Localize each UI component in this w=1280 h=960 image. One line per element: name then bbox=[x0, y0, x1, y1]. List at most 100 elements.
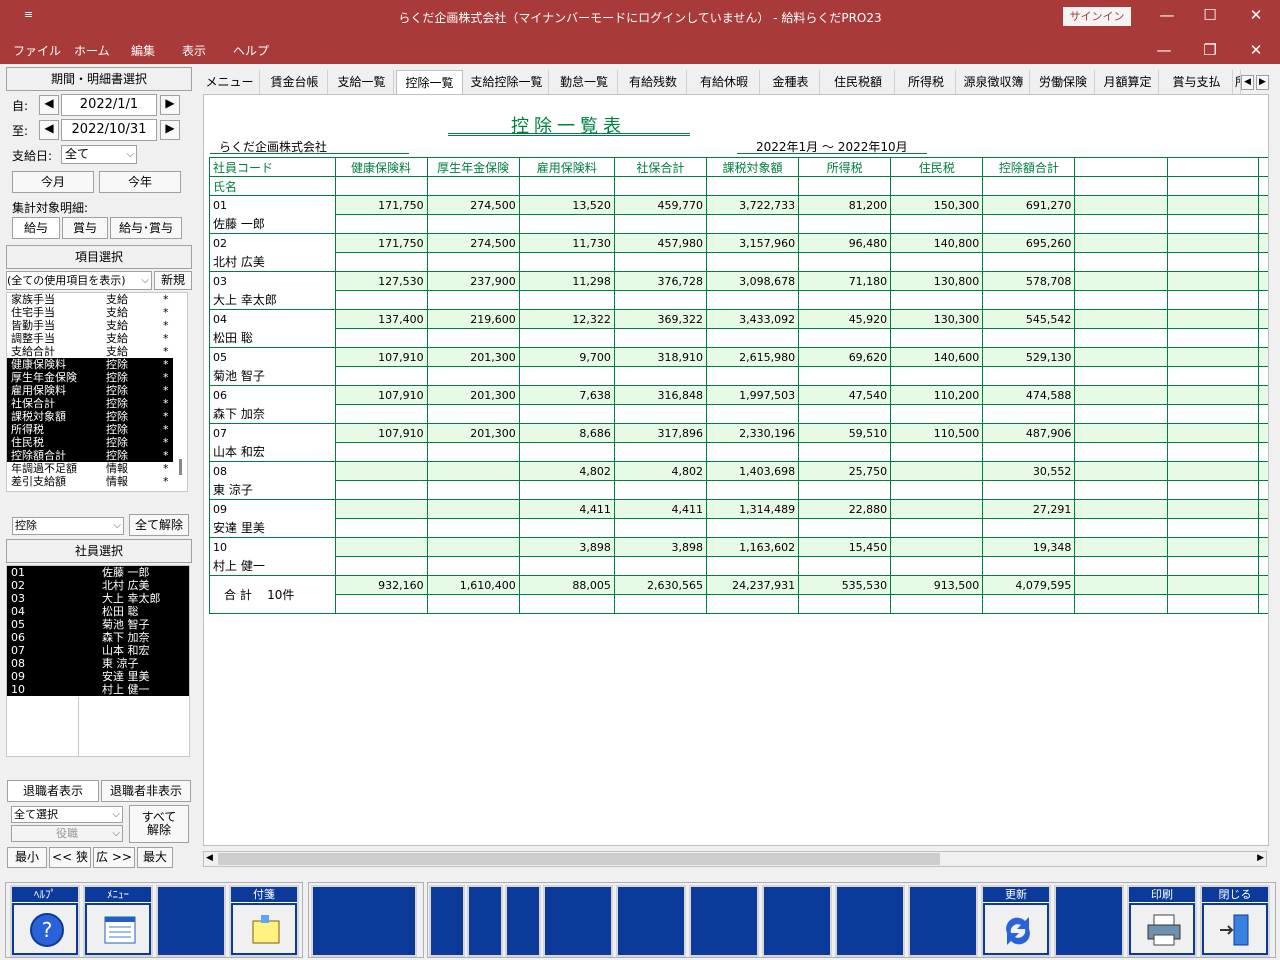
function-key-10[interactable] bbox=[616, 885, 686, 957]
select-all-select[interactable]: 全て選択 ⌵ bbox=[11, 806, 123, 823]
zoom-max-button[interactable]: 最大 bbox=[137, 847, 173, 868]
employee-row[interactable]: 02 北村 広美 bbox=[7, 579, 189, 592]
close-button[interactable]: ✕ bbox=[1244, 6, 1268, 26]
function-key-13[interactable] bbox=[835, 885, 905, 957]
item-select-header[interactable]: 項目選択 bbox=[6, 245, 192, 269]
horizontal-scrollbar[interactable]: ◀ ▶ bbox=[203, 851, 1267, 867]
employee-row[interactable]: 01 佐藤 一郎 bbox=[7, 566, 189, 579]
position-select[interactable]: 役職 ⌵ bbox=[11, 825, 123, 842]
category-select[interactable]: 控除 ⌵ bbox=[12, 517, 124, 535]
menu-view[interactable]: 表示 bbox=[182, 42, 206, 59]
item-row[interactable]: 年調過不足額 情報 * bbox=[7, 462, 173, 475]
zoom-min-button[interactable]: 最小 bbox=[7, 847, 47, 868]
to-date-input[interactable]: 2022/10/31 bbox=[61, 119, 157, 141]
item-row[interactable]: 住宅手当 支給 * bbox=[7, 306, 173, 319]
from-next-button[interactable]: ▶ bbox=[160, 95, 180, 115]
employee-row[interactable]: 09 安達 里美 bbox=[7, 670, 189, 683]
tab-6[interactable]: 有給残数 bbox=[620, 70, 687, 94]
function-key-4[interactable]: 付箋 bbox=[229, 885, 299, 957]
item-row[interactable]: 社保合計 控除 * bbox=[7, 397, 173, 410]
employee-row[interactable]: 03 大上 幸太郎 bbox=[7, 592, 189, 605]
item-row[interactable]: 健康保険料 控除 * bbox=[7, 358, 173, 371]
employee-list[interactable]: 01 佐藤 一郎 02 北村 広美 03 大上 幸太郎 04 松田 聡 05 菊池 智子 06 森下 … bbox=[6, 565, 190, 757]
employee-row[interactable]: 06 森下 加奈 bbox=[7, 631, 189, 644]
menu-home[interactable]: ホーム bbox=[74, 42, 110, 59]
tab-8[interactable]: 金種表 bbox=[762, 70, 820, 94]
function-key-2[interactable]: ﾒﾆｭｰ bbox=[83, 885, 153, 957]
item-row[interactable]: 課税対象額 控除 * bbox=[7, 410, 173, 423]
zoom-narrow-button[interactable]: << 狭 bbox=[49, 847, 91, 868]
item-row[interactable]: 雇用保険料 控除 * bbox=[7, 384, 173, 397]
new-item-button[interactable]: 新規 bbox=[154, 271, 192, 290]
function-key-8[interactable] bbox=[505, 885, 541, 957]
left-arrow-icon[interactable]: ◀ bbox=[206, 853, 213, 863]
tab-1[interactable]: 賃金台帳 bbox=[262, 70, 328, 94]
tab-10[interactable]: 所得税 bbox=[897, 70, 956, 94]
employee-row[interactable]: 08 東 涼子 bbox=[7, 657, 189, 670]
tab-11[interactable]: 源泉徴収簿 bbox=[958, 70, 1030, 94]
item-row[interactable]: 皆勤手当 支給 * bbox=[7, 319, 173, 332]
zoom-wide-button[interactable]: 広 >> bbox=[93, 847, 135, 868]
tab-0[interactable]: メニュー bbox=[200, 70, 260, 94]
clear-all-items-button[interactable]: 全て解除 bbox=[129, 514, 189, 536]
target-both-button[interactable]: 給与･賞与 bbox=[110, 217, 182, 239]
employee-row[interactable]: 07 山本 和宏 bbox=[7, 644, 189, 657]
child-minimize-button[interactable]: — bbox=[1152, 41, 1176, 59]
function-key-12[interactable] bbox=[762, 885, 832, 957]
from-date-input[interactable]: 2022/1/1 bbox=[61, 94, 157, 116]
child-restore-button[interactable]: ❐ bbox=[1198, 41, 1222, 59]
item-row[interactable]: 支給合計 支給 * bbox=[7, 345, 173, 358]
child-close-button[interactable]: ✕ bbox=[1244, 41, 1268, 59]
scroll-thumb[interactable] bbox=[218, 853, 940, 865]
tab-4[interactable]: 支給控除一覧 bbox=[465, 70, 549, 94]
target-bonus-button[interactable]: 賞与 bbox=[62, 217, 108, 239]
this-year-button[interactable]: 今年 bbox=[99, 171, 181, 193]
maximize-button[interactable]: ☐ bbox=[1198, 6, 1222, 26]
function-key-14[interactable] bbox=[908, 885, 978, 957]
show-retired-button[interactable]: 退職者表示 bbox=[7, 780, 99, 802]
function-key-7[interactable] bbox=[467, 885, 503, 957]
item-list-scrollbar[interactable] bbox=[179, 459, 182, 475]
tab-3[interactable]: 控除一覧 bbox=[396, 70, 463, 94]
release-all-button[interactable]: すべて 解除 bbox=[129, 805, 189, 843]
function-key-5[interactable] bbox=[311, 885, 417, 957]
menu-help[interactable]: ヘルプ bbox=[233, 42, 269, 59]
tab-12[interactable]: 労働保険 bbox=[1032, 70, 1095, 94]
tab-scroll-left-button[interactable]: ◀ bbox=[1241, 75, 1254, 90]
tab-7[interactable]: 有給休暇 bbox=[689, 70, 760, 94]
target-salary-button[interactable]: 給与 bbox=[12, 217, 60, 239]
hide-retired-button[interactable]: 退職者非表示 bbox=[101, 780, 191, 802]
tab-scroll-right-button[interactable]: ▶ bbox=[1256, 75, 1269, 90]
function-key-11[interactable] bbox=[689, 885, 759, 957]
function-key-17[interactable]: 印刷 bbox=[1127, 885, 1197, 957]
right-arrow-icon[interactable]: ▶ bbox=[1257, 853, 1264, 863]
tab-2[interactable]: 支給一覧 bbox=[330, 70, 394, 94]
item-row[interactable]: 調整手当 支給 * bbox=[7, 332, 173, 345]
to-prev-button[interactable]: ◀ bbox=[39, 120, 59, 140]
menu-file[interactable]: ファイル bbox=[13, 42, 61, 59]
function-key-9[interactable] bbox=[543, 885, 613, 957]
item-list[interactable]: 家族手当 支給 * 住宅手当 支給 * 皆勤手当 支給 * 調整手当 支給 * 支給合計 支給 * 健康保険料… bbox=[6, 292, 188, 492]
employee-row[interactable]: 05 菊池 智子 bbox=[7, 618, 189, 631]
function-key-16[interactable] bbox=[1054, 885, 1124, 957]
employee-row[interactable]: 04 松田 聡 bbox=[7, 605, 189, 618]
item-row[interactable]: 厚生年金保険 控除 * bbox=[7, 371, 173, 384]
to-next-button[interactable]: ▶ bbox=[160, 120, 180, 140]
minimize-button[interactable]: — bbox=[1155, 6, 1179, 26]
function-key-1[interactable]: ﾍﾙﾌﾟ? bbox=[10, 885, 80, 957]
period-header[interactable]: 期間・明細書選択 bbox=[6, 67, 192, 91]
from-prev-button[interactable]: ◀ bbox=[39, 95, 59, 115]
employee-row[interactable]: 10 村上 健一 bbox=[7, 683, 189, 696]
payday-select[interactable]: 全て ⌵ bbox=[61, 145, 137, 164]
tab-13[interactable]: 月額算定 bbox=[1097, 70, 1159, 94]
item-row[interactable]: 住民税 控除 * bbox=[7, 436, 173, 449]
tab-5[interactable]: 勤怠一覧 bbox=[551, 70, 618, 94]
item-row[interactable]: 控除額合計 控除 * bbox=[7, 449, 173, 462]
item-row[interactable]: 所得税 控除 * bbox=[7, 423, 173, 436]
item-filter-select[interactable]: (全ての使用項目を表示) ⌵ bbox=[6, 271, 152, 290]
this-month-button[interactable]: 今月 bbox=[12, 171, 94, 193]
function-key-15[interactable]: 更新 bbox=[981, 885, 1051, 957]
function-key-6[interactable] bbox=[429, 885, 465, 957]
menu-edit[interactable]: 編集 bbox=[131, 42, 155, 59]
function-key-18[interactable]: 閉じる bbox=[1200, 885, 1270, 957]
